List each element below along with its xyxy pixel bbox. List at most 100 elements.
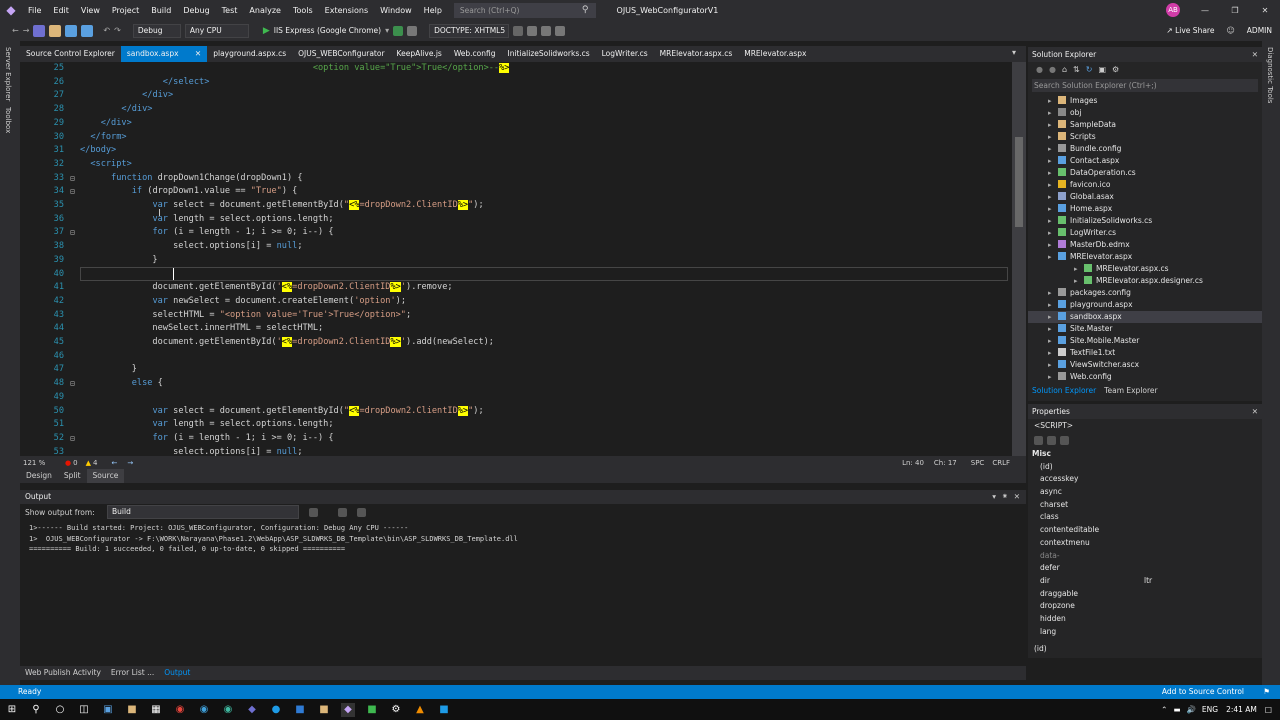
se-sync-icon[interactable]: ⇅ <box>1073 65 1080 74</box>
browser-dropdown-icon[interactable]: ▾ <box>385 26 389 35</box>
tab-mrelevator-aspx[interactable]: MRElevator.aspx <box>738 46 812 62</box>
se-refresh-icon[interactable]: ↻ <box>1086 65 1093 74</box>
uncomment-icon[interactable] <box>555 25 566 36</box>
events-icon[interactable] <box>1060 435 1069 445</box>
volume-icon[interactable]: 🔊 <box>1187 705 1196 714</box>
expand-arrow-icon[interactable]: ▸ <box>1048 167 1058 179</box>
expand-arrow-icon[interactable]: ▸ <box>1048 179 1058 191</box>
explorer-icon[interactable]: ■ <box>125 703 139 717</box>
visual-studio-icon[interactable]: ◆ <box>341 702 355 717</box>
menu-edit[interactable]: Edit <box>47 6 75 15</box>
expand-arrow-icon[interactable]: ▸ <box>1074 263 1084 275</box>
property-row[interactable]: lang <box>1028 626 1262 639</box>
app-icon[interactable]: ▦ <box>149 703 163 717</box>
properties-category[interactable]: Misc <box>1028 448 1262 461</box>
view-design-button[interactable]: Design <box>20 469 58 483</box>
property-row[interactable]: hidden <box>1028 613 1262 626</box>
menu-window[interactable]: Window <box>374 6 418 15</box>
run-icon[interactable]: ▶ <box>263 26 270 36</box>
error-count[interactable]: 0 <box>73 459 77 467</box>
vs-code-icon[interactable]: ◆ <box>245 703 259 717</box>
format-icon[interactable] <box>513 25 524 36</box>
bottom-tab-web-publish-activity[interactable]: Web Publish Activity <box>20 666 106 680</box>
forward-icon[interactable]: → <box>23 26 30 35</box>
expand-arrow-icon[interactable]: ▸ <box>1048 347 1058 359</box>
menu-project[interactable]: Project <box>106 6 145 15</box>
restore-icon[interactable]: ❐ <box>1220 6 1250 15</box>
se-collapse-icon[interactable]: ▣ <box>1098 65 1106 74</box>
property-row[interactable]: draggable <box>1028 588 1262 601</box>
expand-arrow-icon[interactable]: ▸ <box>1048 143 1058 155</box>
menu-analyze[interactable]: Analyze <box>243 6 287 15</box>
notification-center-icon[interactable]: □ <box>1265 705 1272 714</box>
expand-arrow-icon[interactable]: ▸ <box>1048 323 1058 335</box>
fold-toggle-icon[interactable]: ⊟ <box>70 377 75 391</box>
expand-arrow-icon[interactable]: ▸ <box>1048 371 1058 383</box>
run-target-button[interactable]: IIS Express (Google Chrome) <box>274 26 381 35</box>
menu-debug[interactable]: Debug <box>177 6 215 15</box>
tab-solution-explorer[interactable]: Solution Explorer <box>1028 386 1100 395</box>
menu-help[interactable]: Help <box>418 6 448 15</box>
open-icon[interactable] <box>49 24 62 37</box>
clock[interactable]: 2:41 AM <box>1226 705 1257 714</box>
platform-dropdown[interactable]: Any CPU <box>184 23 249 38</box>
tree-item[interactable]: ▸ playground.aspx <box>1028 299 1262 311</box>
output-pin-icon[interactable]: ⁕ <box>1002 490 1008 504</box>
zoom-level[interactable]: 121 % <box>23 459 57 467</box>
bottom-tab-error-list[interactable]: Error List ... <box>106 666 159 680</box>
feedback-icon[interactable]: ☺ <box>1226 26 1234 35</box>
property-row[interactable]: charset <box>1028 499 1262 512</box>
task-view-icon[interactable]: ◫ <box>77 703 91 717</box>
tab-sandbox-aspx[interactable]: sandbox.aspx ✕ <box>120 46 208 62</box>
se-back-icon[interactable]: ● <box>1036 65 1043 74</box>
tab-playground-aspx-cs[interactable]: playground.aspx.cs <box>207 46 292 62</box>
tree-item[interactable]: ▸ Web.config <box>1028 371 1262 383</box>
menu-build[interactable]: Build <box>145 6 177 15</box>
tree-item[interactable]: ▸ sandbox.aspx <box>1028 311 1262 323</box>
chrome-icon[interactable]: ◉ <box>173 703 187 717</box>
property-value[interactable]: ltr <box>1144 575 1152 588</box>
search-icon[interactable]: ⚲ <box>29 703 43 717</box>
cortana-icon[interactable]: ○ <box>53 703 67 717</box>
expand-arrow-icon[interactable]: ▸ <box>1048 215 1058 227</box>
tab-web-config[interactable]: Web.config <box>448 46 502 62</box>
property-row[interactable]: contextmenu <box>1028 537 1262 550</box>
word-wrap-icon[interactable] <box>357 507 366 517</box>
refresh-icon[interactable] <box>393 25 404 36</box>
avatar[interactable]: AB <box>1166 3 1180 17</box>
view-source-button[interactable]: Source <box>86 469 125 483</box>
tree-item[interactable]: ▸ ViewSwitcher.ascx <box>1028 359 1262 371</box>
props-close-icon[interactable]: ✕ <box>1252 404 1258 419</box>
minimize-icon[interactable]: — <box>1190 6 1220 15</box>
menu-file[interactable]: File <box>22 6 47 15</box>
menu-extensions[interactable]: Extensions <box>319 6 374 15</box>
tree-item[interactable]: ▸ packages.config <box>1028 287 1262 299</box>
nav-forward-icon[interactable]: → <box>127 459 133 467</box>
tab-overflow-icon[interactable]: ▾ <box>1012 48 1016 57</box>
tab-keepalive-js[interactable]: KeepAlive.js <box>391 46 448 62</box>
outlook-icon[interactable]: ■ <box>293 703 307 717</box>
expand-arrow-icon[interactable]: ▸ <box>1048 155 1058 167</box>
tree-item[interactable]: ▸ SampleData <box>1028 119 1262 131</box>
expand-arrow-icon[interactable]: ▸ <box>1048 95 1058 107</box>
clear-all-icon[interactable] <box>338 507 347 517</box>
expand-arrow-icon[interactable]: ▸ <box>1048 239 1058 251</box>
property-row[interactable]: defer <box>1028 562 1262 575</box>
output-dropdown-icon[interactable]: ▾ <box>992 490 996 504</box>
tree-item[interactable]: ▸ MRElevator.aspx <box>1028 251 1262 263</box>
fold-toggle-icon[interactable]: ⊟ <box>70 185 75 199</box>
expand-arrow-icon[interactable]: ▸ <box>1048 227 1058 239</box>
menu-tools[interactable]: Tools <box>287 6 319 15</box>
tree-item[interactable]: ▸ Images <box>1028 95 1262 107</box>
store-icon[interactable]: ▣ <box>101 703 115 717</box>
tree-item[interactable]: ▸ Site.Master <box>1028 323 1262 335</box>
code-editor[interactable]: 25 <option value="True">True</option>--%… <box>20 62 1026 456</box>
editor-scroll-thumb[interactable] <box>1015 137 1023 227</box>
nav-back-icon[interactable]: ← <box>111 459 117 467</box>
tab-initializesolidworks-cs[interactable]: InitializeSolidworks.cs <box>502 46 596 62</box>
app2-icon[interactable]: ■ <box>437 703 451 717</box>
tab-team-explorer[interactable]: Team Explorer <box>1100 386 1161 395</box>
output-text[interactable]: 1>------ Build started: Project: OJUS_WE… <box>20 523 1026 555</box>
find-message-icon[interactable] <box>309 507 318 517</box>
se-forward-icon[interactable]: ● <box>1049 65 1056 74</box>
